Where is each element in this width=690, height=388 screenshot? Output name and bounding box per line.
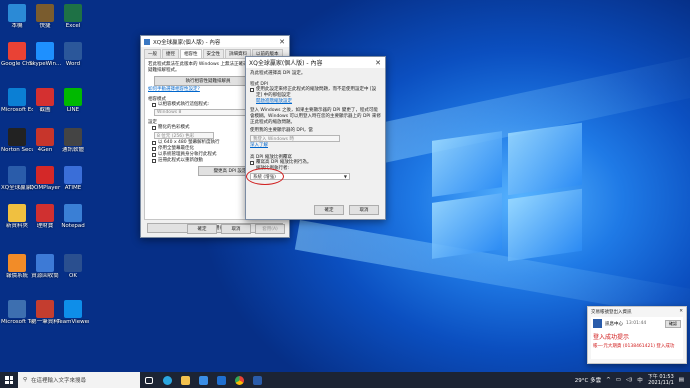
network-icon[interactable]: ▭ [616,377,621,383]
desktop-icon-label: Excel [65,23,81,29]
desktop-icon[interactable]: Notepad [57,204,89,229]
app-icon [64,254,82,272]
advanced-scaling-link[interactable]: 開啟進階縮放設定 [256,99,381,105]
program-dpi-checkbox[interactable]: 使用此設定來修正此程式的縮放問題，而不是使用設定中 [設定] 中的那個設定 [250,87,381,99]
close-icon[interactable]: ✕ [275,38,289,46]
dpi-subtitle: 為此程式選擇高 DPI 設定。 [250,71,306,76]
color-mode-select[interactable]: 8 位元 (256) 色彩 [154,132,214,139]
desktop-icon[interactable]: TeamViewer [57,300,89,325]
desktop-icon-label: ATIME [64,185,82,191]
app-icon [144,38,150,45]
tab-compatibility[interactable]: 相容性 [180,49,202,58]
start-button[interactable] [0,372,18,388]
system-tray: 29°C 多雲 ^ ▭ ◁) 中 下午 01:53 2021/11/1 ▤ [575,372,684,388]
app-icon [64,128,82,146]
windows-start-icon [5,376,13,384]
learn-more-link[interactable]: 深入了解 [250,143,381,149]
desktop-icon-label: Word [65,61,81,67]
app-icon [64,204,82,222]
properties-titlebar[interactable]: XQ全球贏家(個人版) - 內容 ✕ [141,36,289,47]
app-icon [64,300,82,318]
ok-button[interactable]: 確定 [187,224,217,234]
dpi-description: 登入 Windows 之後，如果主要顯示器的 DPI 變更了，程式可能會模糊。W… [250,108,381,125]
desktop-icon-label: OK [69,273,77,279]
login-success-title: 登入成功提示 [593,334,630,341]
mail-icon[interactable] [212,372,230,388]
confirm-button[interactable]: 確認 [665,319,681,328]
apply-button[interactable]: 套用(A) [255,224,285,234]
dpi-settings-window: XQ全球贏家(個人版) - 內容 ✕ 為此程式選擇高 DPI 設定。 程式 DP… [245,56,386,220]
cancel-button[interactable]: 取消 [221,224,251,234]
desktop-icon-label: Notepad [61,223,85,229]
app-icon [64,42,82,60]
app-icon [8,128,26,146]
desktop-icon[interactable]: LINE [57,88,89,113]
app-icon [36,204,54,222]
task-view-icon[interactable] [140,372,158,388]
app-icon [8,166,26,184]
app-icon [8,204,26,222]
window-title: XQ全球贏家(個人版) - 內容 [153,39,221,46]
dpi-when-select[interactable]: 我登入 Windows 時 [250,135,340,142]
desktop-icon-label: LINE [66,107,80,113]
dpi-when-label: 使用我的主要顯示器的 DPI，當 [250,128,313,133]
search-icon: ⚲ [23,377,28,383]
app-icon [64,4,82,22]
weather-status[interactable]: 29°C 多雲 [575,376,601,384]
app-icon [36,128,54,146]
dpi-titlebar[interactable]: XQ全球贏家(個人版) - 內容 ✕ [246,57,385,68]
chrome-icon[interactable] [230,372,248,388]
windows-logo [432,122,582,262]
search-placeholder: 在這裡輸入文字來搜尋 [31,378,87,384]
app-icon [8,254,26,272]
ok-button[interactable]: 確定 [314,205,344,215]
desktop-icon[interactable]: ATIME [57,166,89,191]
app-icon [8,88,26,106]
xq-app-icon [593,319,602,328]
highlight-circle [246,168,284,185]
window-title: XQ全球贏家(個人版) - 內容 [249,60,323,67]
taskbar-search[interactable]: ⚲ 在這裡輸入文字來搜尋 [18,372,140,388]
xq-app-icon[interactable] [248,372,266,388]
notification-header: 交易帳號登出入資訊 ✕ [591,309,683,315]
app-icon [36,254,54,272]
store-icon[interactable] [194,372,212,388]
login-success-detail: 帳一·元大期貨 (0138461421) 登入成功 [593,344,675,349]
app-icon [8,4,26,22]
close-icon[interactable]: ✕ [679,309,683,314]
desktop-icon[interactable]: OK [57,254,89,279]
desktop-icon-label: TeamViewer [57,319,89,325]
notification-center-icon[interactable]: ▤ [679,377,684,383]
desktop-icon[interactable]: Word [57,42,89,67]
ime-indicator[interactable]: 中 [637,376,643,384]
tab-shortcut[interactable]: 捷徑 [162,49,179,58]
app-icon [36,42,54,60]
app-icon [8,300,26,318]
desktop-icon-label: 通訊軟體 [61,147,84,153]
volume-icon[interactable]: ◁) [626,377,632,383]
tray-arrow-icon[interactable]: ^ [606,377,611,383]
app-icon [36,88,54,106]
app-icon [8,42,26,60]
edge-icon[interactable] [158,372,176,388]
tab-general[interactable]: 一般 [144,49,161,58]
notification-body: 訊息中心 13:01:44 確認 登入成功提示 帳一·元大期貨 (0138461… [591,317,683,359]
clock[interactable]: 下午 01:53 2021/11/1 [648,374,674,386]
app-icon [64,166,82,184]
close-icon[interactable]: ✕ [371,59,385,67]
app-icon [36,166,54,184]
app-icon [64,88,82,106]
taskbar: ⚲ 在這裡輸入文字來搜尋 29°C 多雲 ^ ▭ ◁) 中 下午 01:53 2… [0,372,690,388]
login-notification[interactable]: 交易帳號登出入資訊 ✕ 訊息中心 13:01:44 確認 登入成功提示 帳一·元… [587,306,687,364]
app-icon [36,4,54,22]
app-icon [36,300,54,318]
desktop-icon[interactable]: 通訊軟體 [57,128,89,153]
desktop-icon[interactable]: Excel [57,4,89,29]
tab-security[interactable]: 安全性 [202,49,224,58]
file-explorer-icon[interactable] [176,372,194,388]
cancel-button[interactable]: 取消 [349,205,379,215]
